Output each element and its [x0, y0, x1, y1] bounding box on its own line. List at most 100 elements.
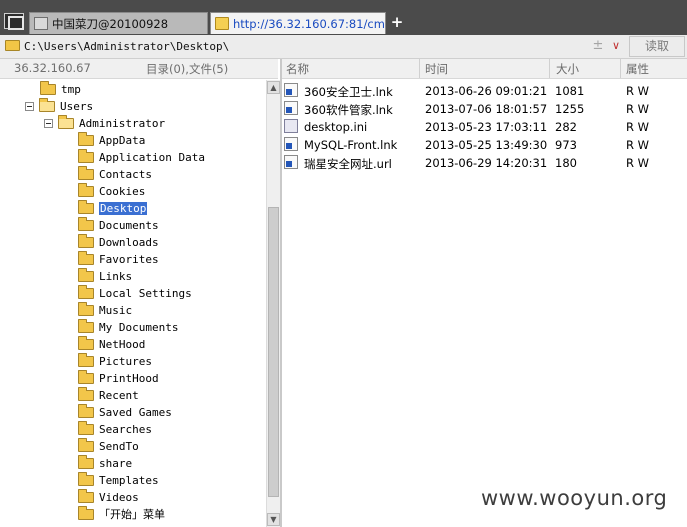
column-divider[interactable] [620, 59, 621, 78]
scroll-up-arrow-icon[interactable]: ▲ [267, 81, 280, 94]
file-row[interactable]: desktop.ini 2013-05-23 17:03:11 282 R W [282, 117, 687, 135]
window-menu-button[interactable] [4, 13, 24, 30]
tree-node[interactable]: Videos [78, 488, 139, 505]
file-list: 360安全卫士.lnk 2013-06-26 09:01:21 1081 R W 360… [282, 80, 687, 527]
file-attributes: R W [626, 102, 650, 116]
file-name: 360安全卫士.lnk [304, 85, 393, 99]
tree-node-label: Templates [99, 473, 159, 487]
tree-node[interactable]: Users [25, 97, 93, 114]
tree-node[interactable]: tmp [40, 80, 81, 97]
folder-icon [78, 165, 94, 180]
read-button[interactable]: 读取 [629, 36, 685, 57]
file-size: 973 [555, 138, 577, 152]
tree-node[interactable]: Local Settings [78, 284, 192, 301]
file-name: 瑞星安全网址.url [304, 157, 392, 171]
tree-node-label: Desktop [99, 201, 148, 215]
shortcut-icon [284, 155, 298, 169]
tree-node-label: Downloads [99, 235, 159, 249]
tree-scrollbar[interactable]: ▲ ▼ [266, 80, 280, 527]
tree-node[interactable]: Saved Games [78, 403, 172, 420]
folder-icon [78, 131, 94, 146]
tree-node[interactable]: Links [78, 267, 132, 284]
folder-icon [78, 352, 94, 367]
folder-icon [78, 148, 94, 163]
settings-file-icon [284, 119, 298, 133]
tree-node[interactable]: NetHood [78, 335, 145, 352]
plus-minus-icon[interactable]: ± [591, 37, 605, 55]
folder-icon [78, 284, 94, 299]
tree-node[interactable]: share [78, 454, 133, 471]
tab-caidao[interactable]: 中国菜刀@20100928 [29, 12, 208, 34]
folder-icon [78, 233, 94, 248]
tree-node-label: 「开始」菜单 [99, 508, 165, 521]
file-row[interactable]: 360软件管家.lnk 2013-07-06 18:01:57 1255 R W [282, 99, 687, 117]
collapse-icon[interactable] [25, 101, 34, 111]
column-header-name[interactable]: 名称 [286, 61, 309, 77]
tree-node[interactable]: Desktop [78, 199, 148, 216]
folder-icon [39, 97, 55, 112]
tree-node[interactable]: My Documents [78, 318, 178, 335]
tree-node-label: Favorites [99, 252, 159, 266]
file-time: 2013-06-29 14:20:31 [425, 156, 548, 170]
tree-node[interactable]: Downloads [78, 233, 159, 250]
collapse-icon[interactable] [44, 118, 53, 128]
tab-file-manager[interactable]: http://36.32.160.67:81/cmd.jsp [210, 12, 386, 34]
host-label: 36.32.160.67 [14, 61, 91, 75]
scroll-down-arrow-icon[interactable]: ▼ [267, 513, 280, 526]
tree-node[interactable]: PrintHood [78, 369, 159, 386]
dir-file-count: 目录(0),文件(5) [146, 62, 229, 76]
file-row[interactable]: 瑞星安全网址.url 2013-06-29 14:20:31 180 R W [282, 153, 687, 171]
file-attributes: R W [626, 138, 650, 152]
shortcut-icon [284, 137, 298, 151]
folder-icon [5, 40, 20, 51]
folder-icon [78, 471, 94, 486]
folder-icon [78, 267, 94, 282]
tree-node[interactable]: AppData [78, 131, 145, 148]
file-name: desktop.ini [304, 120, 368, 134]
folder-icon [215, 17, 229, 30]
tree-node[interactable]: Recent [78, 386, 139, 403]
folder-icon [78, 199, 94, 214]
path-input[interactable] [21, 37, 627, 56]
file-name: MySQL-Front.lnk [304, 138, 398, 152]
file-row[interactable]: MySQL-Front.lnk 2013-05-25 13:49:30 973 R W [282, 135, 687, 153]
tree-node[interactable]: Searches [78, 420, 152, 437]
tree-node[interactable]: Templates [78, 471, 159, 488]
column-divider[interactable] [549, 59, 550, 78]
tree-node[interactable]: Contacts [78, 165, 152, 182]
tree-node[interactable]: SendTo [78, 437, 139, 454]
file-name: 360软件管家.lnk [304, 103, 393, 117]
folder-icon [58, 114, 74, 129]
folder-icon [78, 420, 94, 435]
new-tab-button[interactable]: + [389, 13, 405, 31]
scrollbar-thumb[interactable] [268, 207, 279, 497]
tree-node-label: Recent [99, 388, 139, 402]
column-header-size[interactable]: 大小 [556, 61, 579, 77]
column-header-time[interactable]: 时间 [425, 61, 448, 77]
tree-node[interactable]: Application Data [78, 148, 205, 165]
column-divider[interactable] [419, 59, 420, 78]
shortcut-icon [284, 101, 298, 115]
tree-node[interactable]: Music [78, 301, 133, 318]
file-time: 2013-05-25 13:49:30 [425, 138, 548, 152]
tree-header: 36.32.160.67 目录(0),文件(5) [0, 59, 278, 79]
tree-node[interactable]: Administrator [44, 114, 165, 131]
file-row[interactable]: 360安全卫士.lnk 2013-06-26 09:01:21 1081 R W [282, 81, 687, 99]
tree-node-label: SendTo [99, 439, 139, 453]
tree-node[interactable]: Favorites [78, 250, 159, 267]
tree-node[interactable]: Pictures [78, 352, 152, 369]
folder-icon [78, 335, 94, 350]
tree-node-label: Local Settings [99, 286, 192, 300]
tree-node-label: Music [99, 303, 133, 317]
folder-icon [78, 488, 94, 503]
tree-node-label: share [99, 456, 133, 470]
folder-icon [78, 369, 94, 384]
tree-node[interactable]: 「开始」菜单 [78, 505, 165, 522]
shortcut-icon [284, 83, 298, 97]
column-header-attr[interactable]: 属性 [626, 61, 649, 77]
file-size: 180 [555, 156, 577, 170]
tree-node[interactable]: Documents [78, 216, 159, 233]
tree-node[interactable]: Cookies [78, 182, 145, 199]
folder-icon [78, 505, 94, 520]
chevron-down-icon[interactable]: ∨ [607, 37, 625, 55]
